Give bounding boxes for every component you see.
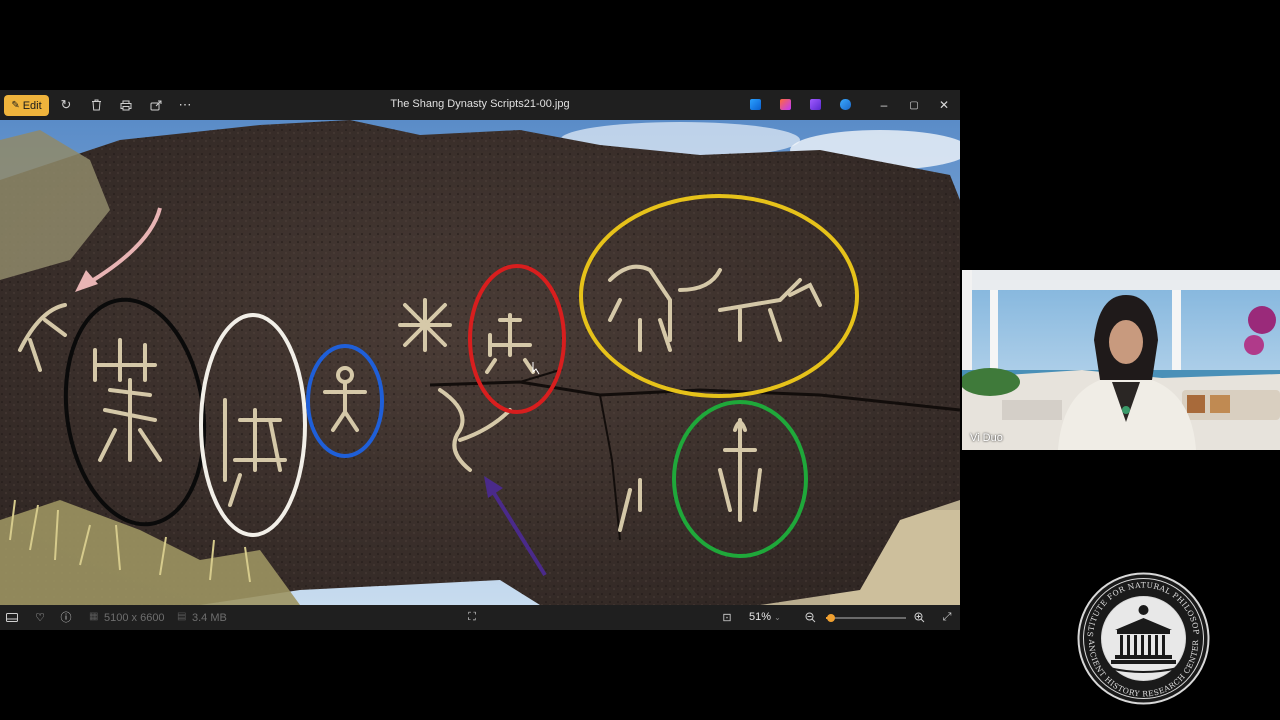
zoom-level: 51% (749, 611, 772, 623)
minimize-icon[interactable]: – (875, 96, 893, 114)
title-bar: ✎ Edit ↻ ⋯ The Shang Dynasty Scripts21-0… (0, 90, 960, 120)
file-size: 3.4 MB (192, 612, 227, 624)
onedrive-app-icon[interactable] (840, 99, 851, 110)
status-bar: ♡ ⓘ ▦ 5100 x 6600 ▤ 3.4 MB ⛶ ⊡ 51% ⌄ ⤢ (0, 605, 960, 630)
photo-viewer-window: ✎ Edit ↻ ⋯ The Shang Dynasty Scripts21-0… (0, 90, 960, 630)
zoom-slider-thumb[interactable] (826, 614, 835, 622)
close-icon[interactable]: ✕ (935, 96, 953, 114)
more-icon[interactable]: ⋯ (176, 96, 194, 114)
image-dimensions: 5100 x 6600 (104, 612, 165, 624)
petroglyph-image (0, 120, 960, 605)
zoom-in-icon[interactable] (912, 610, 926, 624)
delete-icon[interactable] (87, 96, 105, 114)
participant-name: Vi Duo (970, 432, 1003, 444)
zoom-out-icon[interactable] (803, 610, 817, 624)
edit-button-label: Edit (22, 99, 42, 112)
edit-button[interactable]: ✎ Edit (4, 95, 49, 116)
paint-app-icon[interactable] (780, 99, 791, 110)
clipchamp-app-icon[interactable] (810, 99, 821, 110)
info-icon[interactable]: ⓘ (59, 610, 73, 624)
favorite-heart-icon[interactable]: ♡ (33, 610, 47, 624)
photos-app-icon[interactable] (750, 99, 761, 110)
participant-video (962, 270, 1280, 450)
actual-size-icon[interactable]: ⊡ (720, 610, 734, 624)
petroglyph-photo (0, 120, 960, 605)
file-size-icon: ▤ (177, 611, 187, 622)
dimensions-icon: ▦ (89, 611, 99, 622)
print-icon[interactable] (117, 96, 135, 114)
zoom-level-dropdown[interactable]: 51% ⌄ (749, 611, 781, 623)
expand-fullscreen-icon[interactable]: ⤢ (940, 610, 954, 624)
zoom-slider[interactable] (826, 614, 906, 622)
institute-seal-logo: INSTITUTE FOR NATURAL PHILOSOPHY ANCIENT… (1071, 565, 1212, 705)
edit-icon: ✎ (11, 100, 20, 111)
maximize-icon[interactable]: ▢ (905, 96, 923, 114)
filmstrip-icon[interactable] (5, 610, 19, 624)
rotate-icon[interactable]: ↻ (57, 96, 75, 114)
participant-video-tile[interactable]: Vi Duo (962, 270, 1280, 450)
share-icon[interactable] (147, 96, 165, 114)
fit-to-window-icon[interactable]: ⛶ (465, 610, 479, 624)
chevron-down-icon: ⌄ (774, 613, 781, 622)
